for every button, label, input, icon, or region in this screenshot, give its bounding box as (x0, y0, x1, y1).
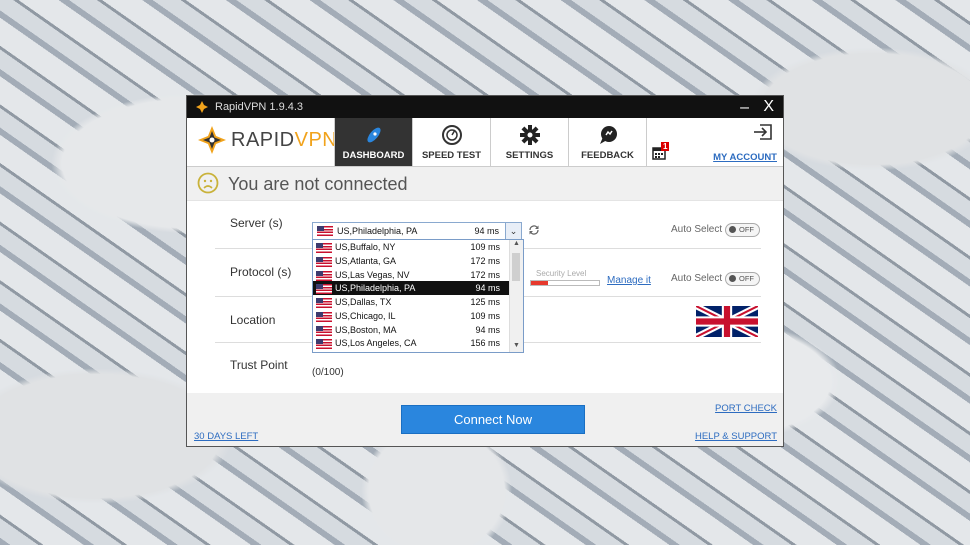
connection-status-text: You are not connected (228, 174, 408, 194)
server-option-name: US,Philadelphia, PA (335, 283, 416, 294)
scroll-thumb[interactable] (512, 253, 520, 281)
us-flag-icon (316, 270, 332, 281)
brand-star-icon (198, 126, 226, 154)
speedometer-icon (441, 125, 462, 145)
server-option-latency: 172 ms (470, 255, 500, 266)
server-option-latency: 156 ms (470, 338, 500, 349)
security-level-label: Security Level (536, 269, 587, 278)
server-option[interactable]: US,Los Angeles, CA 156 ms (313, 336, 509, 350)
server-option[interactable]: US,Buffalo, NY 109 ms (313, 240, 509, 254)
us-flag-icon (316, 311, 332, 322)
us-flag-icon (316, 325, 332, 336)
server-option-latency: 94 ms (475, 283, 500, 294)
toggle-knob (729, 275, 736, 282)
server-auto-select-label: Auto Select (671, 224, 723, 235)
location-label: Location (230, 313, 276, 327)
server-option[interactable]: US,Las Vegas, NV 172 ms (313, 268, 509, 282)
server-option-name: US,Dallas, TX (335, 297, 392, 307)
tab-settings[interactable]: SETTINGS (490, 118, 568, 166)
server-option-latency: 109 ms (470, 310, 500, 321)
footer: Connect Now 30 DAYS LEFT PORT CHECK HELP… (187, 393, 783, 446)
scroll-down-icon[interactable]: ▼ (510, 342, 523, 352)
port-check-link[interactable]: PORT CHECK (715, 403, 777, 414)
us-flag-icon (316, 298, 332, 308)
server-option-latency: 172 ms (470, 269, 500, 280)
server-select[interactable]: US,Philadelphia, PA 94 ms ⌄ (312, 222, 522, 240)
chevron-down-icon[interactable]: ⌄ (505, 223, 521, 239)
server-select-value: US,Philadelphia, PA (337, 226, 418, 236)
tab-label: DASHBOARD (342, 150, 405, 161)
rapidvpn-logo-icon (196, 101, 208, 113)
tab-label: FEEDBACK (581, 150, 634, 161)
days-left-link[interactable]: 30 DAYS LEFT (194, 431, 258, 442)
server-dropdown-list[interactable]: US,Buffalo, NY 109 ms US,Atlanta, GA 172 ms… (312, 239, 524, 353)
server-option[interactable]: US,Philadelphia, PA 94 ms (313, 281, 509, 295)
notification-badge: 1 (661, 142, 670, 151)
dropdown-scrollbar[interactable]: ▲ ▼ (509, 240, 523, 352)
server-option-name: US,Atlanta, GA (335, 255, 397, 266)
uk-flag-icon (696, 306, 758, 337)
server-option-name: US,Las Vegas, NV (335, 269, 410, 280)
trust-point-label: Trust Point (230, 358, 288, 372)
server-option-name: US,Chicago, IL (335, 310, 396, 321)
my-account-link[interactable]: MY ACCOUNT (713, 152, 777, 163)
manage-security-link[interactable]: Manage it (607, 275, 651, 286)
tab-dashboard[interactable]: DASHBOARD (334, 118, 412, 166)
server-option-name: US,Boston, MA (335, 324, 397, 335)
rocket-icon (366, 127, 381, 143)
server-auto-select-toggle[interactable]: OFF (725, 223, 760, 237)
window-title: RapidVPN 1.9.4.3 (215, 101, 304, 113)
header: RAPIDVPN DASHBOARD SPEED TEST SETTINGS F… (187, 118, 783, 167)
server-options: US,Buffalo, NY 109 ms US,Atlanta, GA 172 ms… (313, 240, 509, 350)
chat-bubble-icon (599, 126, 617, 144)
server-option-latency: 94 ms (475, 324, 500, 335)
brand-logo: RAPIDVPN (197, 125, 337, 155)
protocol-auto-select-toggle[interactable]: OFF (725, 272, 760, 286)
server-label: Server (s) (230, 216, 283, 230)
server-option-name: US,Los Angeles, CA (335, 338, 417, 349)
protocol-label: Protocol (s) (230, 265, 292, 279)
us-flag-icon (316, 284, 332, 295)
us-flag-icon (317, 226, 333, 236)
protocol-auto-select-label: Auto Select (671, 273, 723, 284)
tab-speed-test[interactable]: SPEED TEST (412, 118, 490, 166)
server-option[interactable]: US,Chicago, IL 109 ms (313, 309, 509, 323)
server-option-latency: 109 ms (470, 242, 500, 252)
scroll-up-icon[interactable]: ▲ (510, 240, 523, 250)
security-level-fill (531, 281, 548, 285)
us-flag-icon (316, 243, 332, 253)
us-flag-icon (316, 339, 332, 350)
server-option[interactable]: US,Boston, MA 94 ms (313, 323, 509, 337)
gear-icon (519, 125, 540, 145)
connection-status-bar: You are not connected (187, 167, 783, 201)
server-option-name: US,Buffalo, NY (335, 242, 396, 252)
tab-label: SETTINGS (505, 150, 554, 161)
tab-label: SPEED TEST (421, 150, 482, 161)
main-nav: DASHBOARD SPEED TEST SETTINGS FEEDBACK (334, 118, 647, 166)
toggle-state: OFF (739, 225, 754, 234)
tab-feedback[interactable]: FEEDBACK (568, 118, 647, 166)
close-button[interactable]: X (763, 98, 774, 116)
server-option[interactable]: US,Dallas, TX 125 ms (313, 295, 509, 309)
connect-now-button[interactable]: Connect Now (401, 405, 585, 434)
server-option-latency: 125 ms (470, 297, 500, 307)
help-support-link[interactable]: HELP & SUPPORT (695, 431, 777, 442)
brand-name: RAPIDVPN (231, 128, 338, 151)
trust-point-value: (0/100) (312, 367, 344, 378)
server-option[interactable]: US,Atlanta, GA 172 ms (313, 254, 509, 268)
us-flag-icon (316, 256, 332, 267)
toggle-state: OFF (739, 274, 754, 283)
title-bar: RapidVPN 1.9.4.3 – X (187, 96, 783, 118)
sad-face-icon (197, 172, 219, 194)
minimize-button[interactable]: – (740, 99, 749, 117)
logout-icon[interactable] (753, 123, 773, 141)
refresh-icon[interactable] (528, 224, 540, 236)
security-level-bar (530, 280, 600, 286)
server-select-latency: 94 ms (474, 226, 499, 236)
toggle-knob (729, 226, 736, 233)
